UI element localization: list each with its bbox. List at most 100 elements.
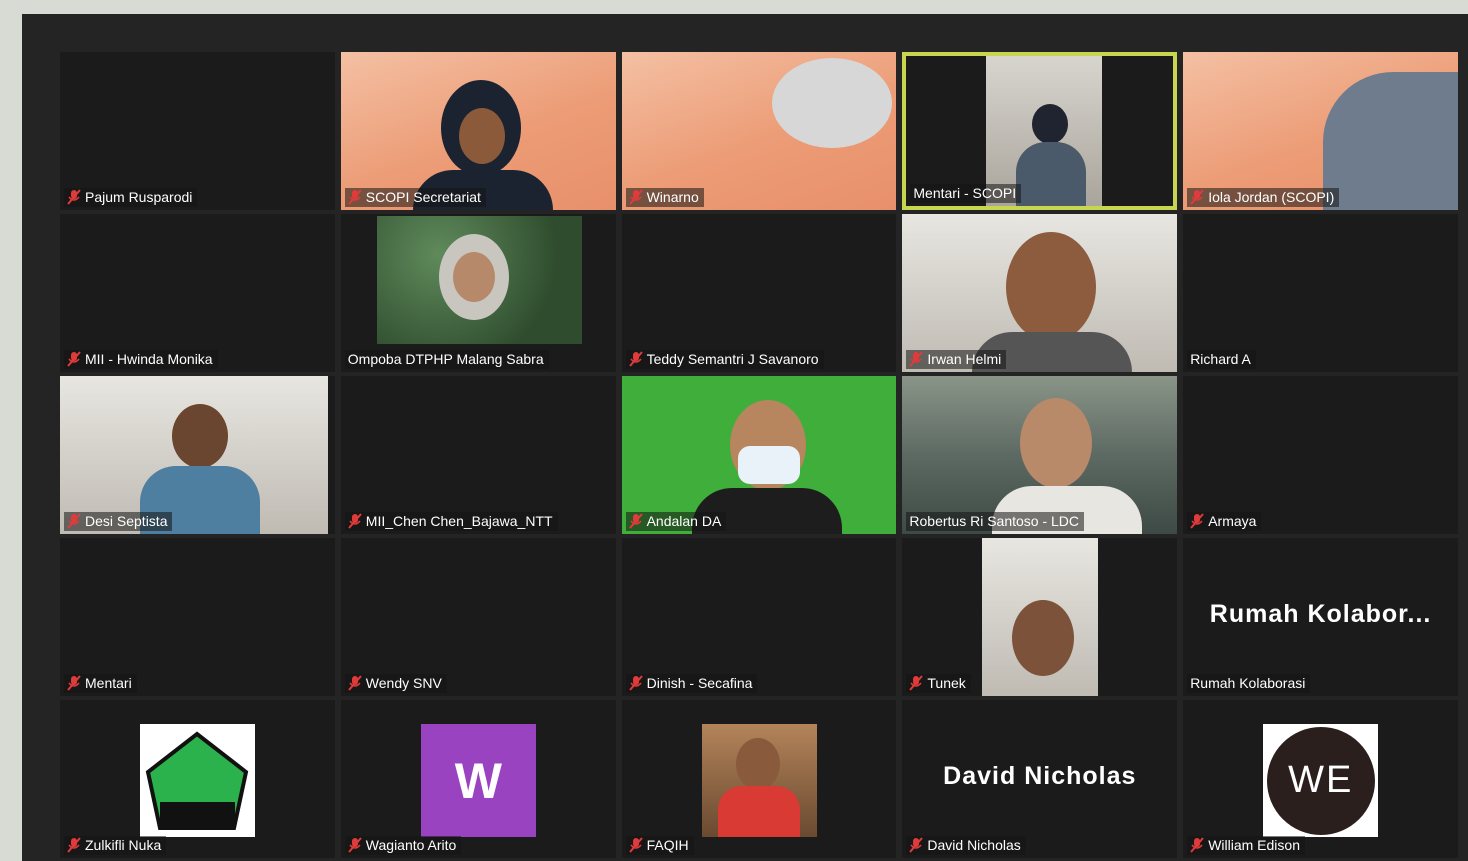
name-label: Zulkifli Nuka (64, 836, 167, 855)
name-label: Robertus Ri Santoso - LDC (906, 512, 1085, 531)
participant-tile[interactable]: Irwan Helmi (902, 214, 1178, 372)
profile-picture: WE (1263, 724, 1379, 837)
name-label: Mentari - SCOPI (910, 184, 1022, 203)
participant-tile[interactable]: SCOPI Secretariat (340, 52, 616, 210)
participant-name: Dinish - Secafina (646, 675, 753, 691)
video-feed (982, 538, 1099, 696)
participant-tile[interactable]: MII - Hwinda Monika (60, 214, 335, 372)
participant-tile[interactable]: FAQIH (621, 700, 897, 858)
participant-name: David Nicholas (927, 837, 1021, 853)
participant-tile[interactable]: Pajum Rusparodi (60, 52, 335, 210)
video-feed (376, 216, 582, 344)
muted-mic-icon (1190, 189, 1204, 205)
face-shape (1006, 232, 1097, 342)
participant-tile[interactable]: Teddy Semantri J Savanoro (621, 214, 897, 372)
video-feed (621, 52, 897, 210)
participant-tile[interactable]: Desi Septista (60, 376, 335, 534)
muted-mic-icon (909, 351, 924, 367)
name-label: Tunek (906, 674, 971, 693)
participant-grid: Pajum Rusparodi SCOPI Secretariat Winarn… (60, 52, 1458, 861)
video-feed (902, 214, 1178, 372)
participant-tile[interactable]: MII_Chen Chen_Bajawa_NTT (340, 376, 616, 534)
name-label: Ompoba DTPHP Malang Sabra (344, 350, 549, 369)
face-shape (458, 108, 505, 164)
participant-name: William Edison (1208, 837, 1300, 853)
muted-mic-icon (67, 189, 81, 205)
muted-mic-icon (348, 675, 362, 691)
muted-mic-icon (1190, 837, 1204, 853)
participant-tile[interactable]: Rumah Kolabor... Rumah Kolaborasi (1183, 538, 1458, 696)
name-label: SCOPI Secretariat (344, 188, 486, 207)
muted-mic-icon (67, 513, 81, 529)
participant-name: Irwan Helmi (927, 351, 1002, 367)
zoom-gallery-window: Pajum Rusparodi SCOPI Secretariat Winarn… (22, 14, 1468, 861)
participant-tile[interactable]: Winarno (621, 52, 897, 210)
muted-mic-icon (628, 837, 643, 853)
name-label: Mentari (64, 674, 137, 693)
muted-mic-icon (628, 351, 643, 367)
participant-name: FAQIH (646, 837, 689, 853)
participant-tile[interactable]: Andalan DA (621, 376, 897, 534)
person-silhouette (1032, 104, 1069, 144)
name-label: MII - Hwinda Monika (64, 350, 218, 369)
face-shape (452, 252, 495, 302)
profile-picture (140, 724, 255, 837)
participant-tile[interactable]: Wendy SNV (340, 538, 616, 696)
participant-name: Andalan DA (646, 513, 722, 529)
participant-tile[interactable]: Robertus Ri Santoso - LDC (902, 376, 1178, 534)
participant-name: Armaya (1208, 513, 1257, 529)
name-label: Dinish - Secafina (625, 674, 758, 693)
profile-picture (701, 724, 817, 837)
video-feed (340, 52, 616, 210)
participant-tile[interactable]: Ompoba DTPHP Malang Sabra (340, 214, 616, 372)
face-shape (172, 404, 228, 468)
participant-tile[interactable]: Mentari (60, 538, 335, 696)
participant-tile[interactable]: W Wagianto Arito (340, 700, 616, 858)
video-feed (60, 376, 328, 534)
name-label: Wendy SNV (344, 674, 447, 693)
body-shape (1016, 142, 1087, 206)
participant-name: Richard A (1190, 351, 1251, 367)
participant-tile[interactable]: Tunek (902, 538, 1178, 696)
name-label: David Nicholas (906, 836, 1026, 855)
participant-tile[interactable]: David Nicholas David Nicholas (902, 700, 1178, 858)
participant-name: Ompoba DTPHP Malang Sabra (347, 351, 544, 367)
muted-mic-icon (348, 513, 362, 529)
display-name-text: David Nicholas (943, 762, 1137, 790)
muted-mic-icon (348, 189, 362, 205)
name-label: Winarno (625, 188, 704, 207)
muted-mic-icon (67, 351, 81, 367)
muted-mic-icon (628, 513, 643, 529)
participant-name: Mentari - SCOPI (913, 185, 1017, 201)
participant-name: Mentari (85, 675, 132, 691)
name-label: FAQIH (625, 836, 694, 855)
participant-tile[interactable]: Zulkifli Nuka (60, 700, 335, 858)
body-shape (717, 786, 800, 837)
muted-mic-icon (628, 189, 643, 205)
name-label: Teddy Semantri J Savanoro (625, 350, 824, 369)
name-label: Desi Septista (64, 512, 173, 531)
muted-mic-icon (1190, 513, 1204, 529)
participant-tile[interactable]: Iola Jordan (SCOPI) (1183, 52, 1458, 210)
participant-name: Iola Jordan (SCOPI) (1208, 189, 1335, 205)
participant-name: Desi Septista (85, 513, 168, 529)
name-label: MII_Chen Chen_Bajawa_NTT (344, 512, 558, 531)
participant-name: Winarno (646, 189, 699, 205)
muted-mic-icon (909, 837, 924, 853)
participant-tile[interactable]: Richard A (1183, 214, 1458, 372)
face-shape (735, 738, 780, 790)
participant-tile[interactable]: Dinish - Secafina (621, 538, 897, 696)
name-label: Pajum Rusparodi (64, 188, 198, 207)
face-shape (1012, 600, 1075, 676)
video-feed (621, 376, 897, 534)
active-speaker-tile[interactable]: Mentari - SCOPI (902, 52, 1178, 210)
display-name-text: Rumah Kolabor... (1209, 600, 1432, 628)
video-feed (902, 376, 1178, 534)
muted-mic-icon (628, 675, 643, 691)
muted-mic-icon (67, 837, 81, 853)
participant-tile[interactable]: Armaya (1183, 376, 1458, 534)
participant-tile[interactable]: WE William Edison (1183, 700, 1458, 858)
participant-name: Wagianto Arito (365, 837, 457, 853)
participant-name: MII_Chen Chen_Bajawa_NTT (365, 513, 553, 529)
muted-mic-icon (348, 837, 362, 853)
